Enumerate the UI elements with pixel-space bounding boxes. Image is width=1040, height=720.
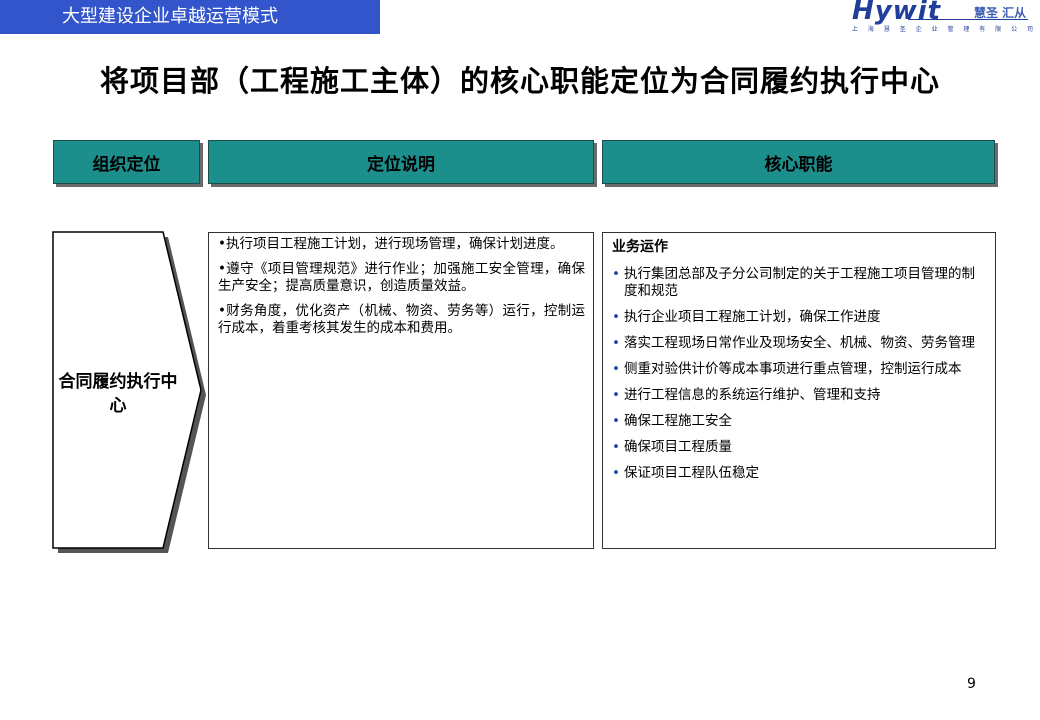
bullet-icon: • <box>612 335 620 351</box>
banner-title: 大型建设企业卓越运营模式 <box>62 6 278 27</box>
bullet-icon: • <box>612 413 620 429</box>
core-functions-box: 业务运作 • 执行集团总部及子分公司制定的关于工程施工项目管理的制度和规范 • 执行… <box>602 232 996 549</box>
function-item: • 确保工程施工安全 <box>612 413 732 429</box>
bullet-icon: • <box>612 465 620 481</box>
function-item: • 侧重对验供计价等成本事项进行重点管理，控制运行成本 <box>612 361 962 377</box>
description-item: •执行项目工程施工计划，进行现场管理，确保计划进度。 <box>218 236 564 252</box>
function-item: • 执行集团总部及子分公司制定的关于工程施工项目管理的制度和规范 <box>612 266 975 299</box>
logo-divider <box>908 19 1028 20</box>
column-header-description: 定位说明 <box>208 140 594 184</box>
function-item: • 进行工程信息的系统运行维护、管理和支持 <box>612 387 881 403</box>
functions-title: 业务运作 <box>612 239 668 255</box>
org-position-label: 合同履约执行中心 <box>58 372 178 416</box>
header-banner: 大型建设企业卓越运营模式 <box>0 0 380 34</box>
function-item: • 保证项目工程队伍稳定 <box>612 465 759 481</box>
page-title: 将项目部（工程施工主体）的核心职能定位为合同履约执行中心 <box>99 64 940 98</box>
bullet-icon: • <box>612 266 620 282</box>
function-item: • 落实工程现场日常作业及现场安全、机械、物资、劳务管理 <box>612 335 975 351</box>
bullet-icon: • <box>612 361 620 377</box>
company-logo: Hywit 慧圣 汇从 上 海 慧 圣 企 业 管 理 有 限 公 司 <box>848 0 1038 34</box>
column-header-org-position: 组织定位 <box>53 140 200 184</box>
function-item: • 确保项目工程质量 <box>612 439 732 455</box>
column-header-core-functions: 核心职能 <box>602 140 995 184</box>
description-item: •财务角度，优化资产（机械、物资、劳务等）运行，控制运行成本，着重考核其发生的成… <box>218 303 585 336</box>
logo-wordmark: Hywit <box>852 0 942 26</box>
page-number: 9 <box>967 676 976 692</box>
bullet-icon: • <box>612 387 620 403</box>
bullet-icon: • <box>612 309 620 325</box>
description-box: •执行项目工程施工计划，进行现场管理，确保计划进度。 •遵守《项目管理规范》进行… <box>208 232 594 549</box>
bullet-icon: • <box>612 439 620 455</box>
description-item: •遵守《项目管理规范》进行作业；加强施工安全管理，确保生产安全；提高质量意识，创… <box>218 261 585 294</box>
logo-company-name: 上 海 慧 圣 企 业 管 理 有 限 公 司 <box>852 26 1036 33</box>
function-item: • 执行企业项目工程施工计划，确保工作进度 <box>612 309 881 325</box>
